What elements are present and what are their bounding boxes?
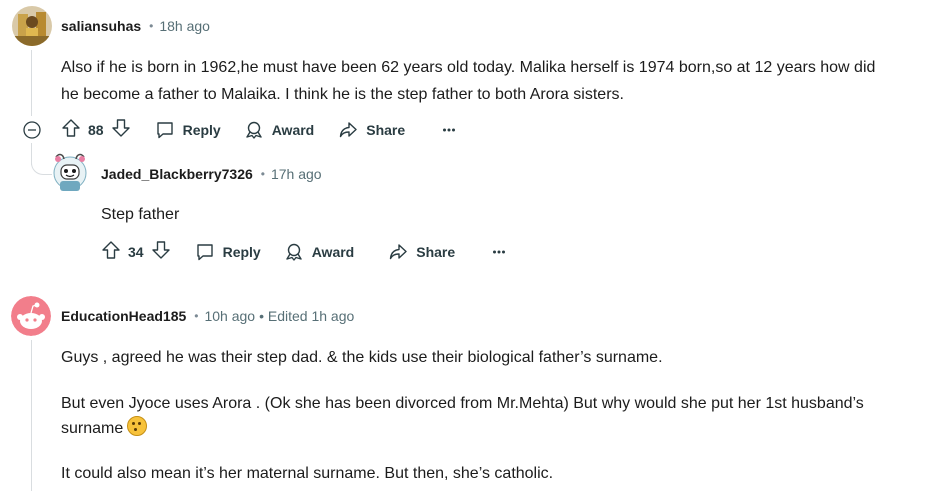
comment-actions: 34 Reply Award Share: [101, 236, 507, 268]
share-label: Share: [416, 244, 456, 260]
more-options-icon: [493, 250, 506, 254]
share-arrow-icon: [390, 244, 407, 260]
separator-dot: •: [149, 19, 154, 33]
avatar[interactable]: [12, 6, 52, 46]
thread-line: [31, 50, 32, 116]
snoo-avatar-image: [53, 153, 87, 191]
share-button[interactable]: Share: [338, 120, 405, 140]
comment-actions: 88 Reply Award Share: [61, 114, 457, 146]
thinking-face-icon: [127, 416, 148, 436]
vote-group: 88: [61, 118, 131, 143]
share-button[interactable]: Share: [388, 242, 455, 262]
award-icon: [246, 121, 262, 139]
thread-line: [31, 340, 32, 491]
speech-bubble-icon: [196, 244, 213, 261]
thread-branch-curve: [31, 150, 52, 175]
downvote-button[interactable]: [151, 240, 171, 265]
comment-author[interactable]: saliansuhas: [61, 18, 141, 34]
upvote-arrow-icon: [62, 118, 80, 137]
comment-paragraph: It could also mean it’s her maternal sur…: [61, 465, 554, 482]
reply-button[interactable]: Reply: [195, 242, 261, 262]
avatar[interactable]: [11, 296, 51, 336]
upvote-button[interactable]: [61, 118, 81, 143]
vote-count: 34: [128, 244, 144, 260]
award-button[interactable]: Award: [244, 120, 315, 140]
snoo-avatar-image: [11, 296, 51, 336]
downvote-arrow-icon: [111, 118, 130, 137]
reply-label: Reply: [182, 122, 221, 138]
comment-body-line: Also if he is born in 1962,he must have …: [61, 59, 876, 76]
comment-timestamp[interactable]: 18h ago: [159, 18, 210, 34]
speech-bubble-icon: [156, 122, 173, 139]
separator-dot: •: [194, 309, 199, 323]
comment-author[interactable]: EducationHead185: [61, 308, 186, 324]
award-label: Award: [311, 244, 355, 260]
comment-author[interactable]: Jaded_Blackberry7326: [101, 166, 253, 182]
more-options-button[interactable]: [441, 122, 457, 138]
more-options-icon: [443, 128, 456, 132]
edited-label: • Edited 1h ago: [259, 308, 355, 324]
user-avatar-image: [12, 6, 52, 46]
avatar[interactable]: [51, 151, 89, 193]
comment-paragraph: Guys , agreed he was their step dad. & t…: [61, 349, 663, 366]
comment-text: surname: [61, 420, 124, 437]
reply-button[interactable]: Reply: [155, 120, 221, 140]
vote-count: 88: [88, 122, 104, 138]
comment-paragraph-line: surname: [61, 416, 148, 441]
vote-group: 34: [101, 240, 171, 265]
share-label: Share: [366, 122, 406, 138]
downvote-arrow-icon: [151, 240, 170, 259]
upvote-button[interactable]: [101, 240, 121, 265]
collapse-thread-icon: [23, 121, 41, 139]
comment-body-line: Step father: [101, 206, 180, 223]
award-icon: [286, 243, 302, 261]
reply-label: Reply: [222, 244, 261, 260]
upvote-arrow-icon: [102, 240, 120, 259]
comment-timestamp[interactable]: 17h ago: [271, 166, 322, 182]
more-options-button[interactable]: [491, 244, 507, 260]
award-button[interactable]: Award: [284, 242, 355, 262]
comment-paragraph: But even Jyoce uses Arora . (Ok she has …: [61, 395, 864, 412]
comment-meta: saliansuhas • 18h ago: [61, 18, 210, 34]
comment-body-line: he become a father to Malaika. I think h…: [61, 86, 624, 103]
comment-meta: EducationHead185 • 10h ago • Edited 1h a…: [61, 308, 354, 324]
collapse-button[interactable]: [23, 121, 41, 139]
share-arrow-icon: [340, 122, 357, 138]
separator-dot: •: [260, 167, 265, 181]
comment-meta: Jaded_Blackberry7326 • 17h ago: [101, 166, 322, 182]
comment-timestamp[interactable]: 10h ago: [204, 308, 255, 324]
award-label: Award: [271, 122, 315, 138]
downvote-button[interactable]: [111, 118, 131, 143]
